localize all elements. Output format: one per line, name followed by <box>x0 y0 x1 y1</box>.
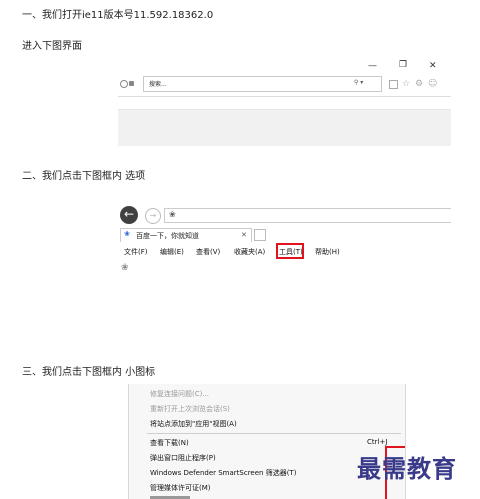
step1-heading: 一、我们打开ie11版本号11.592.18362.0 <box>22 10 214 21</box>
search-placeholder: 搜索... <box>149 81 167 88</box>
favorites-bar-icon[interactable]: ❀ <box>121 263 129 273</box>
gear-icon[interactable]: ⚙ <box>415 79 423 89</box>
menu-media-licenses[interactable]: 管理媒体许可证(M) <box>150 483 211 493</box>
back-button[interactable]: ← <box>120 206 138 224</box>
menu-add-site-to-apps[interactable]: 将站点添加到"应用"视图(A) <box>150 419 237 429</box>
tab-favicon: ❀ <box>124 230 130 238</box>
tab-title: 百度一下，你就知道 <box>136 232 199 240</box>
refresh-icon[interactable] <box>120 80 128 88</box>
content-area <box>118 110 451 146</box>
watermark-logo: 最需教育 <box>357 454 457 483</box>
address-bar-row: 搜索... ⚲ ▾ ☆ ⚙ ☺ <box>118 76 451 92</box>
menu-help[interactable]: 帮助(H) <box>315 247 340 257</box>
minimize-icon[interactable]: — <box>368 61 377 71</box>
home-icon[interactable] <box>389 80 398 89</box>
step3-heading: 三、我们点击下图框内 小图标 <box>22 367 156 378</box>
search-dropdown-icon[interactable]: ⚲ ▾ <box>354 79 363 86</box>
restore-icon[interactable]: ❐ <box>399 60 407 70</box>
new-tab-button[interactable] <box>254 229 266 241</box>
search-input[interactable]: 搜索... ⚲ ▾ <box>143 76 382 92</box>
tab-strip <box>118 96 451 110</box>
menu-popup-blocker[interactable]: 弹出窗口阻止程序(P) <box>150 453 216 463</box>
menu-tools[interactable]: 工具(T) <box>279 247 303 257</box>
menu-favorites[interactable]: 收藏夹(A) <box>234 247 265 257</box>
step2-heading: 二、我们点击下图框内 选项 <box>22 171 146 182</box>
menu-file[interactable]: 文件(F) <box>124 247 148 257</box>
menu-edit[interactable]: 编辑(E) <box>160 247 184 257</box>
smiley-icon[interactable]: ☺ <box>428 79 437 89</box>
close-icon[interactable]: ✕ <box>429 61 437 71</box>
ie-menubar-screenshot: ← → ❀ ❀ 百度一下，你就知道 ✕ 文件(F) 编辑(E) 查看(V) 收藏… <box>118 203 451 279</box>
menu-bar: 文件(F) 编辑(E) 查看(V) 收藏夹(A) 工具(T) 帮助(H) <box>118 243 451 259</box>
menu-smartscreen[interactable]: Windows Defender SmartScreen 筛选器(T) <box>150 468 296 478</box>
step1-subheading: 进入下图界面 <box>22 41 82 52</box>
menu-view-downloads[interactable]: 查看下载(N) <box>150 438 189 448</box>
ie-window-screenshot: — ❐ ✕ 搜索... ⚲ ▾ ☆ ⚙ ☺ <box>118 58 451 146</box>
menu-view[interactable]: 查看(V) <box>196 247 220 257</box>
paw-icon: ❀ <box>169 210 176 219</box>
lock-icon <box>129 81 134 86</box>
menu-reopen-session[interactable]: 重新打开上次浏览会话(S) <box>150 404 230 414</box>
address-input[interactable]: ❀ <box>164 208 451 223</box>
tab-close-icon[interactable]: ✕ <box>241 231 247 239</box>
menu-shortcut: Ctrl+J <box>367 438 388 446</box>
menu-fix-connection[interactable]: 修复连接问题(C)... <box>150 389 209 399</box>
forward-button[interactable]: → <box>145 208 161 224</box>
favorites-icon[interactable]: ☆ <box>402 79 410 89</box>
menu-separator <box>147 433 401 434</box>
active-tab[interactable]: ❀ 百度一下，你就知道 ✕ <box>120 228 252 242</box>
